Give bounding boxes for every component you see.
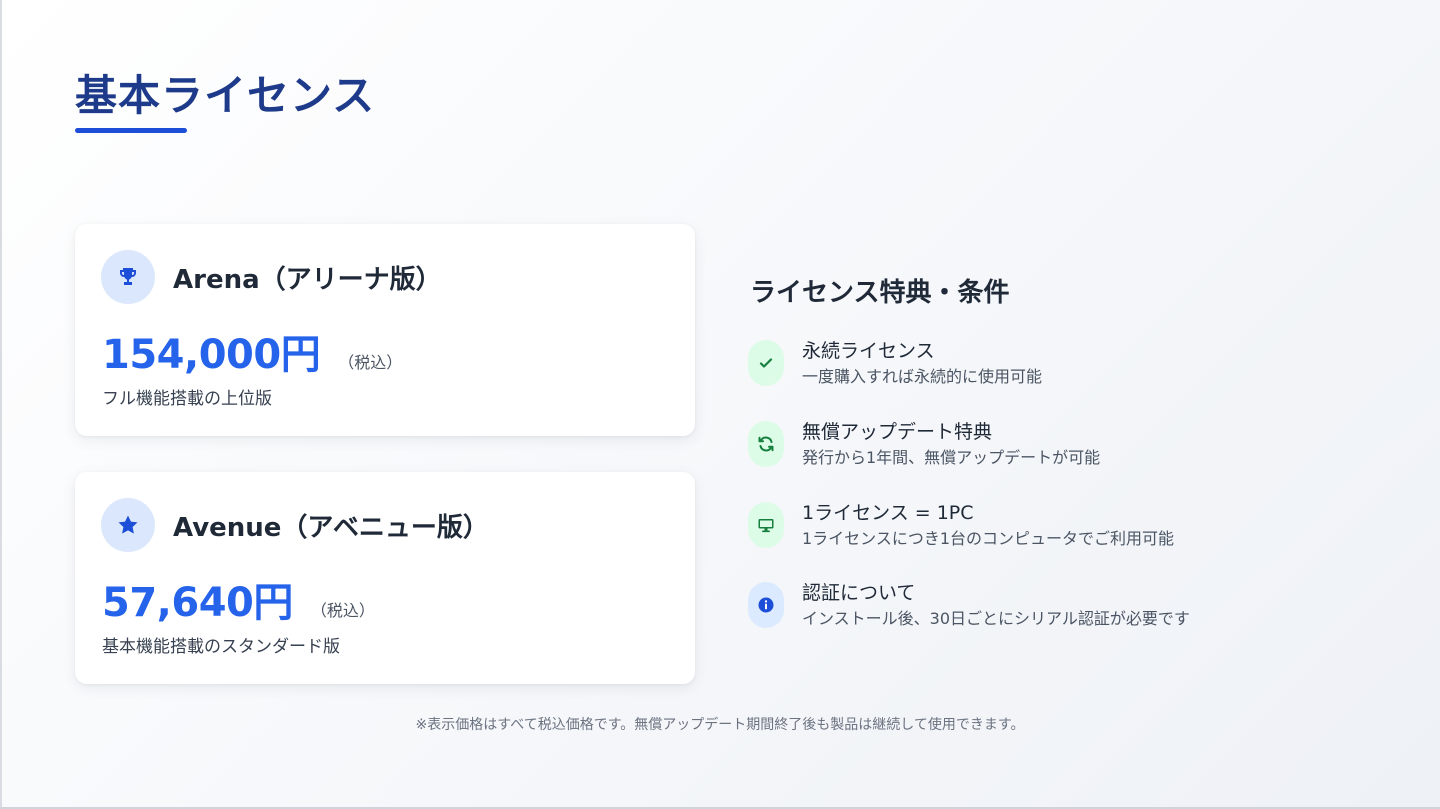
benefit-item-one-pc: 1ライセンス = 1PC 1ライセンスにつき1台のコンピュータでご利用可能: [748, 500, 1174, 552]
tax-label: （税込）: [310, 601, 375, 620]
footnote: ※表示価格はすべて税込価格です。無償アップデート期間終了後も製品は継続して使用で…: [415, 717, 1025, 733]
license-card-avenue: Avenue（アベニュー版） 57,640円 （税込） 基本機能搭載のスタンダー…: [75, 472, 695, 684]
window-left-edge: [0, 0, 2, 809]
benefit-subtitle: インストール後、30日ごとにシリアル認証が必要です: [802, 609, 1190, 628]
info-icon: [748, 582, 784, 628]
benefit-title: 永続ライセンス: [802, 340, 935, 362]
price: 57,640円: [102, 580, 293, 626]
star-icon: [101, 498, 155, 552]
price: 154,000円: [102, 332, 321, 378]
benefit-text: 認証について インストール後、30日ごとにシリアル認証が必要です: [802, 580, 1190, 632]
tax-label: （税込）: [338, 353, 403, 372]
benefits-title: ライセンス特典・条件: [750, 278, 1010, 308]
card-header: Avenue（アベニュー版）: [101, 498, 489, 552]
benefit-title: 無償アップデート特典: [802, 421, 993, 443]
refresh-icon: [748, 421, 784, 467]
benefit-title: 認証について: [802, 582, 916, 604]
card-description: フル機能搭載の上位版: [102, 389, 272, 409]
benefit-text: 1ライセンス = 1PC 1ライセンスにつき1台のコンピュータでご利用可能: [802, 500, 1174, 552]
benefit-text: 無償アップデート特典 発行から1年間、無償アップデートが可能: [802, 419, 1100, 471]
benefit-subtitle: 発行から1年間、無償アップデートが可能: [802, 448, 1101, 467]
header: 基本ライセンス: [75, 68, 375, 133]
card-title: Avenue（アベニュー版）: [173, 512, 489, 543]
card-header: Arena（アリーナ版）: [101, 250, 442, 304]
benefit-item-authentication: 認証について インストール後、30日ごとにシリアル認証が必要です: [748, 580, 1190, 632]
license-card-arena: Arena（アリーナ版） 154,000円 （税込） フル機能搭載の上位版: [75, 224, 695, 436]
price-row: 154,000円 （税込）: [102, 322, 402, 380]
benefit-text: 永続ライセンス 一度購入すれば永続的に使用可能: [802, 338, 1042, 390]
title-underline: [75, 128, 187, 133]
card-description: 基本機能搭載のスタンダード版: [102, 637, 340, 657]
monitor-icon: [748, 502, 784, 548]
trophy-icon: [101, 250, 155, 304]
benefit-title: 1ライセンス = 1PC: [802, 502, 974, 524]
price-row: 57,640円 （税込）: [102, 570, 375, 628]
check-icon: [748, 340, 784, 386]
benefit-subtitle: 1ライセンスにつき1台のコンピュータでご利用可能: [802, 529, 1175, 548]
benefit-item-updates: 無償アップデート特典 発行から1年間、無償アップデートが可能: [748, 419, 1100, 471]
benefit-subtitle: 一度購入すれば永続的に使用可能: [802, 367, 1043, 386]
page-title: 基本ライセンス: [75, 71, 376, 120]
benefit-item-perpetual: 永続ライセンス 一度購入すれば永続的に使用可能: [748, 338, 1042, 390]
card-title: Arena（アリーナ版）: [173, 264, 442, 295]
